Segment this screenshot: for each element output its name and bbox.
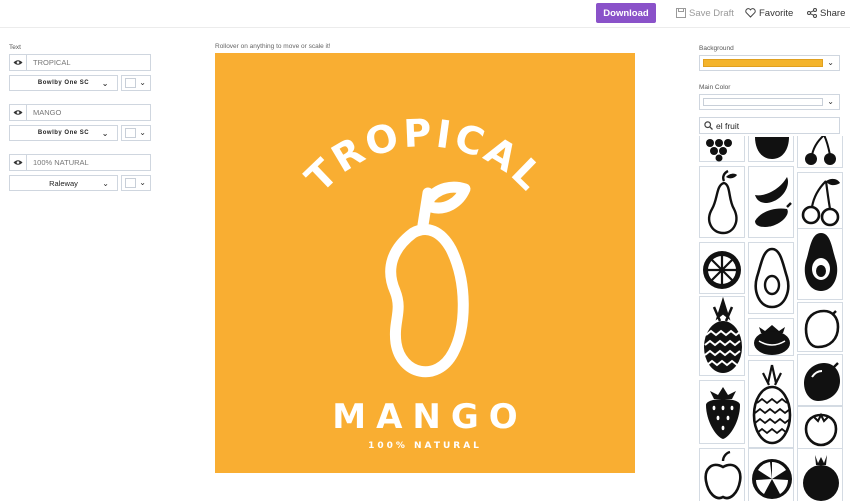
text-layer-3-value: 100% NATURAL bbox=[33, 158, 89, 167]
share-label: Share bbox=[820, 7, 846, 19]
background-color-picker[interactable]: ⌄ bbox=[699, 55, 840, 71]
icon-search-input[interactable] bbox=[716, 119, 834, 132]
pear-icon[interactable] bbox=[699, 166, 745, 238]
font-select-1[interactable]: Bowlby One SC ⌄ bbox=[9, 75, 118, 91]
favorite-button[interactable]: Favorite bbox=[745, 6, 793, 20]
color-swatch bbox=[125, 78, 136, 88]
heart-icon bbox=[745, 8, 756, 18]
chevron-down-icon: ⌄ bbox=[139, 78, 146, 87]
font-select-3-value: Raleway bbox=[49, 178, 78, 188]
main-color-label: Main Color bbox=[699, 84, 731, 91]
text-layer-3-field[interactable]: 100% NATURAL bbox=[9, 154, 151, 171]
main-color-picker[interactable]: ⌄ bbox=[699, 94, 840, 110]
mango-icon[interactable] bbox=[385, 181, 471, 378]
text-layer-2-field[interactable]: MANGO bbox=[9, 104, 151, 121]
chevron-down-icon: ⌄ bbox=[139, 178, 146, 187]
eye-icon bbox=[13, 110, 23, 115]
lemon-outline-icon[interactable] bbox=[797, 302, 843, 352]
chevron-down-icon: ⌄ bbox=[101, 79, 109, 88]
apple-icon[interactable] bbox=[748, 136, 794, 162]
font-select-2-value: Bowlby One SC bbox=[37, 130, 90, 136]
icon-search-field[interactable] bbox=[699, 117, 840, 134]
pineapple-outline-icon[interactable] bbox=[748, 360, 794, 448]
text-layer-1-field[interactable]: TROPICAL bbox=[9, 54, 151, 71]
eye-icon bbox=[13, 60, 23, 65]
cherries-icon[interactable] bbox=[797, 136, 843, 168]
font-select-2[interactable]: Bowlby One SC ⌄ bbox=[9, 125, 118, 141]
eye-icon bbox=[13, 160, 23, 165]
color-picker-1[interactable]: ⌄ bbox=[121, 75, 151, 91]
text-section-label: Text bbox=[9, 44, 21, 51]
icon-library bbox=[698, 136, 844, 501]
chevron-down-icon: ⌄ bbox=[139, 128, 146, 137]
save-draft-label: Save Draft bbox=[689, 7, 734, 19]
mango-text[interactable]: MANGO bbox=[215, 397, 635, 437]
color-swatch bbox=[125, 178, 136, 188]
bananas-icon[interactable] bbox=[748, 166, 794, 238]
main-color-swatch bbox=[703, 98, 823, 106]
background-swatch bbox=[703, 59, 823, 67]
visibility-toggle[interactable] bbox=[10, 55, 27, 70]
natural-text[interactable]: 100% NATURAL bbox=[215, 441, 635, 451]
chevron-down-icon: ⌄ bbox=[102, 179, 109, 188]
tomato-outline-icon[interactable] bbox=[797, 406, 843, 450]
color-picker-2[interactable]: ⌄ bbox=[121, 125, 151, 141]
visibility-toggle[interactable] bbox=[10, 155, 27, 170]
lemon-icon[interactable] bbox=[797, 354, 843, 406]
canvas-hint: Rollover on anything to move or scale it… bbox=[215, 43, 331, 50]
strawberry-icon[interactable] bbox=[699, 380, 745, 444]
grapes-icon[interactable] bbox=[699, 136, 745, 162]
chevron-down-icon: ⌄ bbox=[827, 97, 834, 106]
save-icon bbox=[676, 8, 686, 18]
orange-slice-icon[interactable] bbox=[748, 448, 794, 501]
tropical-text[interactable]: TROPICAL bbox=[297, 111, 553, 201]
background-label: Background bbox=[699, 45, 734, 52]
pineapple-icon[interactable] bbox=[699, 296, 745, 376]
avocado-icon[interactable] bbox=[797, 228, 843, 300]
save-draft-button[interactable]: Save Draft bbox=[676, 6, 734, 20]
download-button[interactable]: Download bbox=[596, 3, 656, 23]
top-toolbar: Download Save Draft Favorite Share bbox=[0, 0, 850, 28]
share-icon bbox=[807, 8, 817, 18]
favorite-label: Favorite bbox=[759, 7, 794, 19]
citrus-slice-icon[interactable] bbox=[699, 242, 745, 294]
text-layer-1-value: TROPICAL bbox=[33, 58, 71, 67]
chevron-down-icon: ⌄ bbox=[827, 58, 834, 67]
share-button[interactable]: Share bbox=[807, 6, 845, 20]
logo-canvas[interactable]: TROPICAL MANGO 100% NATURAL bbox=[215, 53, 635, 473]
search-icon bbox=[704, 121, 713, 130]
pomegranate-icon[interactable] bbox=[797, 448, 843, 501]
avocado-outline-icon[interactable] bbox=[748, 242, 794, 314]
text-layer-2-value: MANGO bbox=[33, 108, 62, 117]
color-picker-3[interactable]: ⌄ bbox=[121, 175, 151, 191]
apple-outline-icon[interactable] bbox=[699, 448, 745, 501]
color-swatch bbox=[125, 128, 136, 138]
font-select-3[interactable]: Raleway ⌄ bbox=[9, 175, 118, 191]
chevron-down-icon: ⌄ bbox=[101, 129, 109, 138]
visibility-toggle[interactable] bbox=[10, 105, 27, 120]
mangosteen-icon[interactable] bbox=[748, 318, 794, 356]
font-select-1-value: Bowlby One SC bbox=[37, 80, 90, 86]
